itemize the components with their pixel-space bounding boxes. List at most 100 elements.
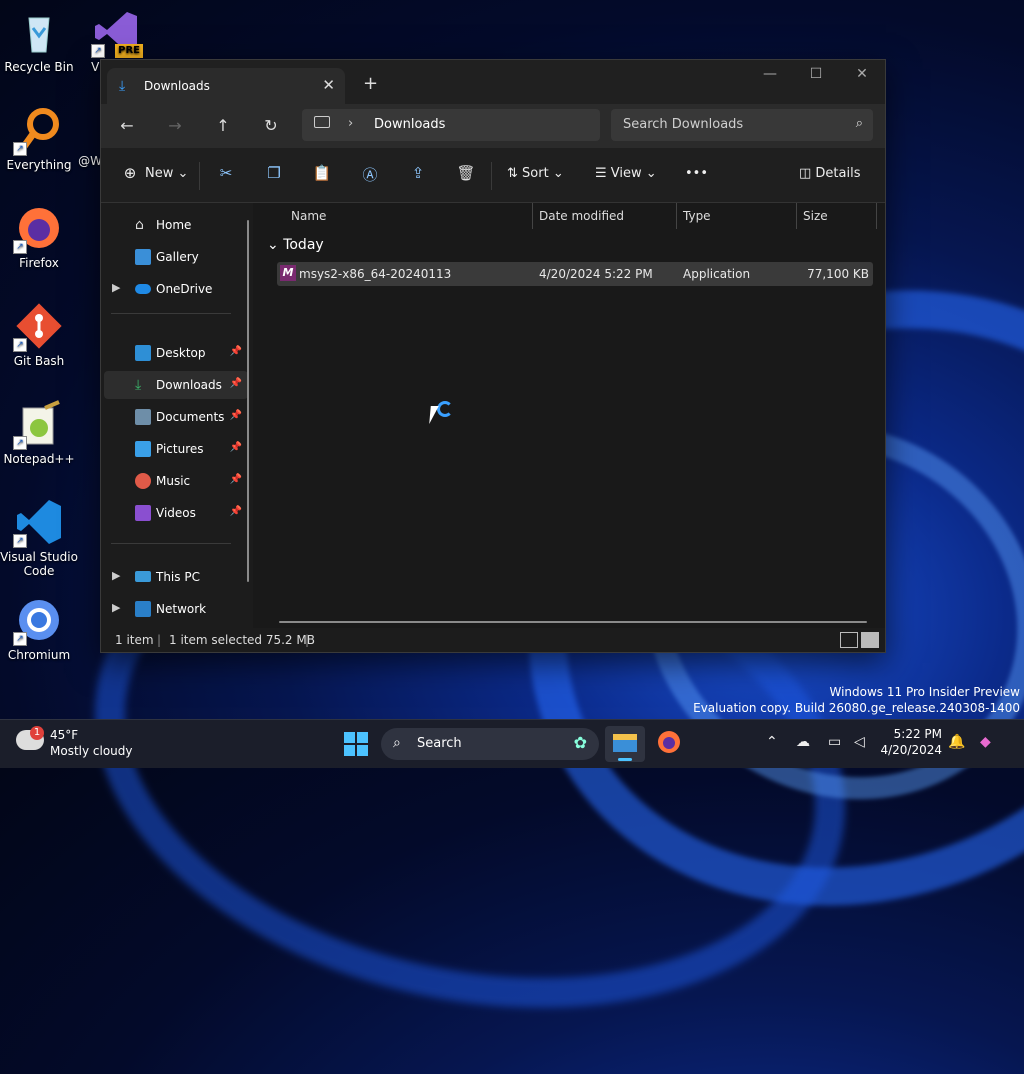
column-divider[interactable] <box>676 203 677 229</box>
nav-item-music[interactable]: Music 📌 <box>104 467 248 495</box>
nav-item-onedrive[interactable]: ▶ OneDrive <box>104 275 248 303</box>
nav-label: Desktop <box>156 346 206 360</box>
column-divider[interactable] <box>876 203 877 229</box>
column-header-type[interactable]: Type <box>683 209 711 223</box>
column-divider[interactable] <box>796 203 797 229</box>
nav-label: Pictures <box>156 442 204 456</box>
nav-item-network[interactable]: ▶ Network <box>104 595 248 623</box>
notification-badge: 1 <box>30 726 44 740</box>
taskbar-search[interactable]: ⌕ Search ✿ <box>381 728 599 760</box>
windows-logo-icon <box>344 745 355 756</box>
this-pc-icon <box>314 116 330 128</box>
chevron-right-icon[interactable]: ▶ <box>112 601 120 614</box>
search-box[interactable]: Search Downloads ⌕ <box>611 109 873 141</box>
taskbar-file-explorer[interactable] <box>605 726 645 762</box>
nav-item-gallery[interactable]: Gallery <box>104 243 248 271</box>
copilot-icon[interactable]: ◆ <box>980 734 991 750</box>
column-header-date[interactable]: Date modified <box>539 209 624 223</box>
desktop-icon-label: Git Bash <box>13 354 65 368</box>
file-name: msys2-x86_64-20240113 <box>299 267 452 281</box>
folder-icon <box>613 734 637 752</box>
close-window-button[interactable]: ✕ <box>839 66 885 82</box>
more-options-button[interactable]: ••• <box>685 166 708 181</box>
tab-downloads[interactable]: ⤓ Downloads ✕ <box>107 68 345 104</box>
busy-spinner-icon <box>437 401 453 417</box>
pictures-icon <box>135 441 151 457</box>
forward-button[interactable]: → <box>161 113 189 139</box>
navigation-bar: ← → ↑ ↻ › Downloads Search Downloads ⌕ <box>101 104 885 148</box>
taskbar-firefox[interactable] <box>649 726 689 762</box>
rename-icon[interactable]: Ⓐ <box>359 164 381 186</box>
desktop-icon-git-bash[interactable]: ↗ Git Bash <box>0 302 78 368</box>
desktop-icon-chromium[interactable]: ↗ Chromium <box>0 596 78 662</box>
pin-icon[interactable]: 📌 <box>230 474 242 485</box>
group-label: Today <box>283 237 324 253</box>
desktop-icon-vscode[interactable]: ↗ Visual Studio Code <box>0 498 78 578</box>
clock[interactable]: 5:22 PM 4/20/2024 <box>880 726 942 758</box>
search-icon: ⌕ <box>393 735 401 751</box>
sort-button[interactable]: ⇅ Sort ⌄ <box>507 166 564 181</box>
notepadpp-icon: ↗ <box>13 400 63 450</box>
nav-item-documents[interactable]: Documents 📌 <box>104 403 248 431</box>
view-button[interactable]: ☰ View ⌄ <box>595 166 657 181</box>
chevron-right-icon[interactable]: ▶ <box>112 569 120 582</box>
nav-item-pictures[interactable]: Pictures 📌 <box>104 435 248 463</box>
desktop-icon-recycle-bin[interactable]: Recycle Bin <box>0 8 78 74</box>
chevron-up-icon[interactable]: ⌃ <box>766 734 778 750</box>
display-icon[interactable]: ▭ <box>828 734 841 750</box>
details-button[interactable]: ◫ Details <box>799 166 861 181</box>
back-button[interactable]: ← <box>113 113 141 139</box>
minimize-button[interactable]: — <box>747 66 793 82</box>
nav-item-desktop[interactable]: Desktop 📌 <box>104 339 248 367</box>
nav-item-downloads[interactable]: ⤓ Downloads 📌 <box>104 371 248 399</box>
nav-scrollbar[interactable] <box>247 220 249 582</box>
title-bar: ⤓ Downloads ✕ + — ☐ ✕ <box>101 60 885 104</box>
onedrive-offline-icon[interactable]: ☁ <box>796 734 810 750</box>
chevron-right-icon[interactable]: › <box>348 116 353 131</box>
new-button[interactable]: New ⌄ <box>145 166 188 181</box>
column-divider[interactable] <box>532 203 533 229</box>
address-bar[interactable]: › Downloads <box>302 109 600 141</box>
copy-icon[interactable]: ❐ <box>263 164 285 186</box>
breadcrumb[interactable]: Downloads <box>374 117 445 132</box>
new-tab-button[interactable]: + <box>363 73 378 94</box>
desktop-icon-firefox[interactable]: ↗ Firefox <box>0 204 78 270</box>
paste-icon[interactable]: 📋 <box>311 164 333 186</box>
navigation-pane: ⌂ Home Gallery ▶ OneDrive Desktop 📌 ⤓ Do… <box>101 203 253 628</box>
pin-icon[interactable]: 📌 <box>230 442 242 453</box>
tiles-view-icon[interactable] <box>861 632 879 648</box>
item-count: 1 item <box>115 633 154 647</box>
details-view-icon[interactable] <box>840 632 858 648</box>
selection-info: 1 item selected 75.2 MB <box>169 633 315 647</box>
up-button[interactable]: ↑ <box>209 113 237 139</box>
vscode-icon: ↗ <box>13 498 63 548</box>
volume-icon[interactable]: ◁ <box>854 734 865 750</box>
horizontal-scrollbar[interactable] <box>279 621 867 623</box>
search-input[interactable]: Search Downloads <box>623 117 743 132</box>
delete-icon[interactable]: 🗑 <box>455 164 477 186</box>
desktop-icon-everything[interactable]: ↗ Everything <box>0 106 78 172</box>
notification-bell-icon[interactable]: 🔔 <box>948 734 965 750</box>
nav-item-videos[interactable]: Videos 📌 <box>104 499 248 527</box>
nav-label: Gallery <box>156 250 199 264</box>
pin-icon[interactable]: 📌 <box>230 410 242 421</box>
cut-icon[interactable]: ✂ <box>215 164 237 186</box>
maximize-button[interactable]: ☐ <box>793 66 839 82</box>
nav-item-home[interactable]: ⌂ Home <box>104 211 248 239</box>
table-row[interactable]: M msys2-x86_64-20240113 4/20/2024 5:22 P… <box>277 262 873 286</box>
pin-icon[interactable]: 📌 <box>230 506 242 517</box>
desktop-icon-notepadpp[interactable]: ↗ Notepad++ <box>0 400 78 466</box>
share-icon[interactable]: ⇪ <box>407 164 429 186</box>
column-header-name[interactable]: Name <box>291 209 326 223</box>
chevron-right-icon[interactable]: ▶ <box>112 281 120 294</box>
weather-condition: Mostly cloudy <box>50 744 133 758</box>
pin-icon[interactable]: 📌 <box>230 378 242 389</box>
close-tab-icon[interactable]: ✕ <box>322 76 335 94</box>
pin-icon[interactable]: 📌 <box>230 346 242 357</box>
nav-item-this-pc[interactable]: ▶ This PC <box>104 563 248 591</box>
column-header-size[interactable]: Size <box>803 209 828 223</box>
refresh-button[interactable]: ↻ <box>257 113 285 139</box>
details-label: Details <box>815 166 861 181</box>
group-header-today[interactable]: ⌄ Today <box>267 237 324 253</box>
start-button[interactable] <box>344 732 368 756</box>
